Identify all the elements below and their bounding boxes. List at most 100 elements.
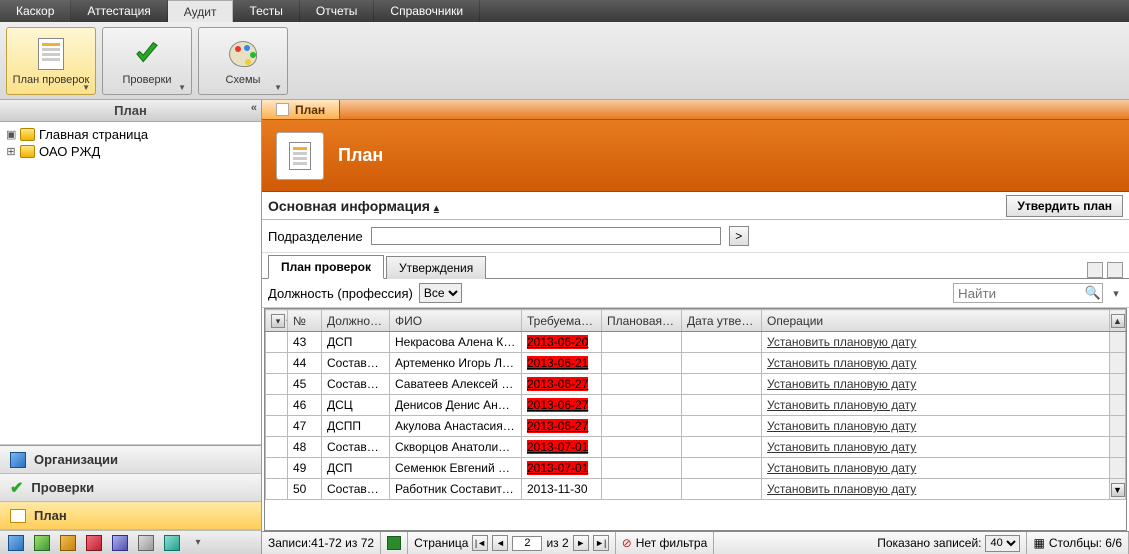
- pager-last[interactable]: ►|: [593, 535, 609, 551]
- set-date-link[interactable]: Установить плановую дату: [767, 419, 916, 433]
- set-date-link[interactable]: Установить плановую дату: [767, 461, 916, 475]
- col-plandate[interactable]: Плановая дата: [602, 310, 682, 332]
- menu-справочники[interactable]: Справочники: [374, 0, 480, 22]
- check-icon: ✔: [10, 478, 23, 498]
- filter-status[interactable]: ⊘ Нет фильтра: [616, 532, 715, 554]
- table-row[interactable]: 49ДСПСеменюк Евгений Мих2013-07-01Устано…: [266, 458, 1126, 479]
- job-filter-select[interactable]: Все: [419, 283, 462, 303]
- col-selector[interactable]: ▾: [266, 310, 288, 332]
- cell-position: ДСЦ: [322, 395, 390, 416]
- mini-icon-6[interactable]: [138, 535, 154, 551]
- columns-info[interactable]: ▦ Столбцы: 6/6: [1027, 532, 1129, 554]
- menu-отчеты[interactable]: Отчеты: [300, 0, 374, 22]
- col-num[interactable]: №: [288, 310, 322, 332]
- col-ops[interactable]: Операции: [762, 310, 1110, 332]
- dept-go-button[interactable]: >: [729, 226, 749, 246]
- mini-icon-1[interactable]: [8, 535, 24, 551]
- tree-expander-icon[interactable]: ⊞: [6, 145, 16, 158]
- content-tab-plan[interactable]: План: [262, 100, 340, 119]
- set-date-link[interactable]: Установить плановую дату: [767, 482, 916, 496]
- ribbon-check[interactable]: Проверки▼: [102, 27, 192, 95]
- cell-reqdate: 2013-11-30: [522, 479, 602, 500]
- grid-search: 🔍: [953, 283, 1103, 303]
- set-date-link[interactable]: Установить плановую дату: [767, 398, 916, 412]
- grid-tool-1[interactable]: [1087, 262, 1103, 278]
- pager-first[interactable]: |◄: [472, 535, 488, 551]
- cell-fio: Скворцов Анатолий Ва: [390, 437, 522, 458]
- grid-body: 43ДСПНекрасова Алена Конс2013-06-20Устан…: [266, 332, 1126, 500]
- menu-аудит[interactable]: Аудит: [168, 0, 234, 22]
- search-icon[interactable]: 🔍: [1084, 285, 1102, 301]
- set-date-link[interactable]: Установить плановую дату: [767, 440, 916, 454]
- chevron-down-icon: ▼: [178, 83, 186, 92]
- search-options-icon[interactable]: ▾: [1109, 287, 1123, 300]
- job-filter-label: Должность (профессия): [268, 286, 413, 301]
- sidebar-collapse-button[interactable]: «: [251, 102, 257, 114]
- section-title[interactable]: Основная информация ▴: [268, 198, 439, 214]
- mini-icon-7[interactable]: [164, 535, 180, 551]
- grid-tool-2[interactable]: [1107, 262, 1123, 278]
- nav-plan[interactable]: План: [0, 502, 261, 530]
- sidebar-mini-icons: ▾: [0, 530, 261, 554]
- ribbon-doc[interactable]: План проверок▼: [6, 27, 96, 95]
- col-appdate[interactable]: Дата утверждения: [682, 310, 762, 332]
- tree-expander-icon[interactable]: ▣: [6, 128, 16, 141]
- mini-icon-4[interactable]: [86, 535, 102, 551]
- scroll-up[interactable]: ▲: [1110, 310, 1126, 332]
- cell-plandate: [602, 395, 682, 416]
- tree-node[interactable]: ⊞ОАО РЖД: [6, 143, 255, 160]
- chevron-down-icon: ▼: [82, 83, 90, 92]
- table-row[interactable]: 50СоставитеРаботник Составитель2013-11-3…: [266, 479, 1126, 500]
- page-size-select[interactable]: 40: [985, 535, 1020, 552]
- export-excel[interactable]: [381, 532, 408, 554]
- mini-icon-3[interactable]: [60, 535, 76, 551]
- col-position[interactable]: Должность: [322, 310, 390, 332]
- table-row[interactable]: 47ДСППАкулова Анастасия Ни2013-06-27Уста…: [266, 416, 1126, 437]
- cell-num: 48: [288, 437, 322, 458]
- col-reqdate[interactable]: Требуемая дата: [522, 310, 602, 332]
- inner-tab-approvals[interactable]: Утверждения: [386, 256, 486, 279]
- cell-reqdate: 2013-06-27: [522, 395, 602, 416]
- table-row[interactable]: 46ДСЦДенисов Денис Андрее2013-06-27Устан…: [266, 395, 1126, 416]
- set-date-link[interactable]: Установить плановую дату: [767, 335, 916, 349]
- nav-cube[interactable]: Организации: [0, 446, 261, 474]
- mini-icon-5[interactable]: [112, 535, 128, 551]
- tree-node[interactable]: ▣Главная страница: [6, 126, 255, 143]
- ribbon-palette[interactable]: Схемы▼: [198, 27, 288, 95]
- menu-каскор[interactable]: Каскор: [0, 0, 71, 22]
- table-row[interactable]: 48СоставитеСкворцов Анатолий Ва2013-07-0…: [266, 437, 1126, 458]
- menu-тесты[interactable]: Тесты: [233, 0, 299, 22]
- sidebar-title: План: [114, 103, 147, 118]
- inner-tab-plan[interactable]: План проверок: [268, 255, 384, 279]
- section-collapse-icon: ▴: [434, 203, 439, 214]
- inner-tabs: План проверок Утверждения: [262, 253, 1129, 279]
- nav-check[interactable]: ✔Проверки: [0, 474, 261, 502]
- scroll-down[interactable]: ▼: [1111, 483, 1125, 497]
- mini-icon-more[interactable]: ▾: [190, 535, 206, 551]
- cell-fio: Артеменко Игорь Леон: [390, 353, 522, 374]
- cell-fio: Семенюк Евгений Мих: [390, 458, 522, 479]
- folder-icon: [20, 145, 35, 158]
- set-date-link[interactable]: Установить плановую дату: [767, 356, 916, 370]
- table-row[interactable]: 43ДСПНекрасова Алена Конс2013-06-20Устан…: [266, 332, 1126, 353]
- palette-icon: [225, 36, 261, 72]
- cell-reqdate: 2013-06-27: [522, 374, 602, 395]
- confirm-plan-button[interactable]: Утвердить план: [1006, 195, 1123, 217]
- cell-position: ДСП: [322, 458, 390, 479]
- pager-next[interactable]: ►: [573, 535, 589, 551]
- sidebar-header: План «: [0, 100, 261, 122]
- dept-input[interactable]: [371, 227, 721, 245]
- set-date-link[interactable]: Установить плановую дату: [767, 377, 916, 391]
- mini-icon-2[interactable]: [34, 535, 50, 551]
- banner-title: План: [338, 145, 383, 166]
- page-input[interactable]: [512, 536, 542, 551]
- cell-num: 49: [288, 458, 322, 479]
- tab-icon: [276, 103, 289, 116]
- table-row[interactable]: 45СоставитеСаватеев Алексей Але2013-06-2…: [266, 374, 1126, 395]
- menu-аттестация[interactable]: Аттестация: [71, 0, 167, 22]
- pager-prev[interactable]: ◄: [492, 535, 508, 551]
- col-fio[interactable]: ФИО: [390, 310, 522, 332]
- search-input[interactable]: [954, 284, 1084, 302]
- table-row[interactable]: 44СоставитеАртеменко Игорь Леон2013-06-2…: [266, 353, 1126, 374]
- cell-ops: Установить плановую дату: [762, 437, 1110, 458]
